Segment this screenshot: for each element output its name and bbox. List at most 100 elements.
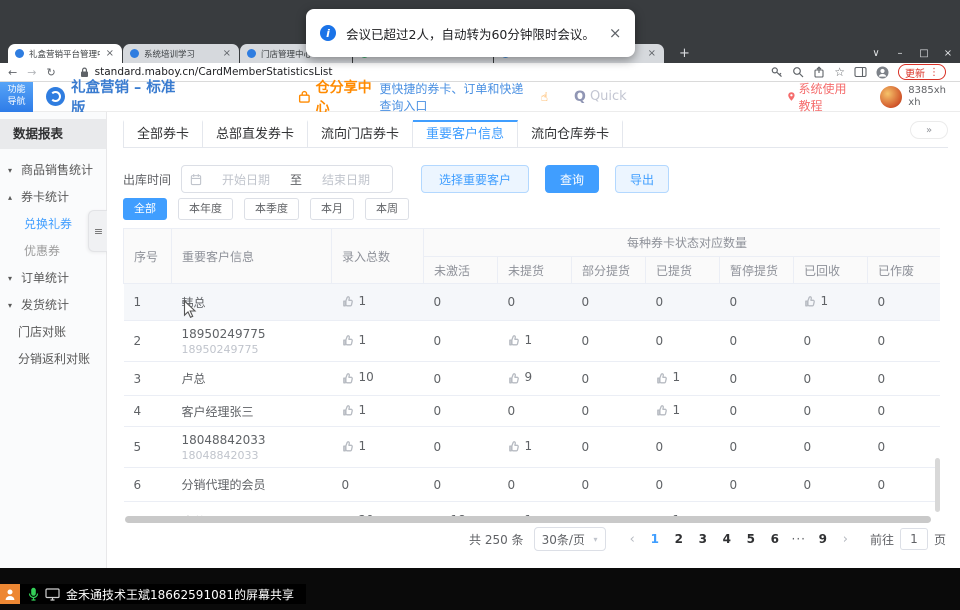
side-panel-icon[interactable]	[854, 66, 867, 78]
page-2[interactable]: 2	[667, 532, 691, 546]
page-ellipsis[interactable]: ···	[787, 532, 811, 546]
page-6[interactable]: 6	[763, 532, 787, 546]
count-link[interactable]: 1	[342, 439, 367, 453]
sidebar-collapse-handle[interactable]: ≡	[88, 210, 108, 252]
count-value: 1	[525, 333, 533, 347]
quick-search-icon[interactable]: Q	[574, 89, 586, 105]
count-value: 0	[656, 334, 664, 348]
window-close-icon[interactable]: ×	[936, 44, 960, 63]
prev-page-icon[interactable]: ‹	[622, 532, 643, 547]
count-cell: 0	[720, 321, 794, 362]
count-link[interactable]: 9	[508, 370, 533, 384]
page-9[interactable]: 9	[811, 532, 835, 546]
more-menu-icon[interactable]: ⋮	[929, 67, 939, 78]
sidebar-item-label: 兑换礼券	[24, 211, 72, 238]
page-size-select[interactable]: 30条/页 ▾	[534, 527, 606, 551]
reload-icon[interactable]: ↻	[46, 66, 55, 79]
sidebar-item-5[interactable]: ▾发货统计	[0, 292, 106, 319]
count-link[interactable]: 1	[342, 403, 367, 417]
sidebar-item-1[interactable]: ▴券卡统计	[0, 184, 106, 211]
count-cell: 0	[646, 427, 720, 468]
count-link[interactable]: 1	[508, 333, 533, 347]
count-cell: 0	[868, 427, 941, 468]
window-controls: ∨ – □ ×	[864, 44, 960, 63]
toast-message: 会议已超过2人，自动转为60分钟限时会议。	[346, 24, 595, 43]
start-date-placeholder: 开始日期	[208, 171, 284, 188]
quick-filter-2[interactable]: 本季度	[244, 198, 299, 220]
sidebar-item-7[interactable]: 分销返利对账	[0, 346, 106, 373]
customer-name: 客户经理张三	[182, 403, 332, 420]
back-icon[interactable]: ←	[8, 66, 17, 79]
count-link[interactable]: 1	[508, 439, 533, 453]
count-value: 0	[878, 478, 886, 492]
browser-tab-0[interactable]: 礼盒营销平台管理中心×	[8, 44, 122, 63]
quick-filter-4[interactable]: 本周	[365, 198, 409, 220]
quick-filter-1[interactable]: 本年度	[178, 198, 233, 220]
count-link[interactable]: 1	[804, 294, 829, 308]
sidebar-item-6[interactable]: 门店对账	[0, 319, 106, 346]
quick-filter-0[interactable]: 全部	[123, 198, 167, 220]
count-value: 1	[359, 439, 367, 453]
window-minimize-icon[interactable]: –	[888, 44, 912, 63]
bookmark-star-icon[interactable]: ☆	[834, 65, 845, 79]
page-3[interactable]: 3	[691, 532, 715, 546]
page-4[interactable]: 4	[715, 532, 739, 546]
share-center-link[interactable]: 仓分享中心	[298, 77, 380, 117]
report-tab-4[interactable]: 流向仓库券卡	[518, 120, 623, 147]
table-row-0: 1韩总10000010	[124, 284, 941, 321]
report-tab-0[interactable]: 全部券卡	[123, 120, 203, 147]
tab-favicon	[15, 49, 24, 58]
count-link[interactable]: 1	[656, 370, 681, 384]
window-maximize-icon[interactable]: □	[912, 44, 936, 63]
browser-update-button[interactable]: 更新 ⋮	[898, 64, 946, 80]
toast-close-icon[interactable]: ×	[609, 24, 622, 42]
count-cell: 0	[572, 284, 646, 321]
click-hand-icon	[342, 371, 354, 384]
collapse-panel-button[interactable]: »	[910, 121, 948, 139]
report-tab-3[interactable]: 重要客户信息	[413, 120, 518, 147]
next-page-icon[interactable]: ›	[835, 532, 856, 547]
count-link[interactable]: 1	[342, 294, 367, 308]
quick-filter-3[interactable]: 本月	[310, 198, 354, 220]
count-link[interactable]: 10	[342, 370, 374, 384]
report-tab-1[interactable]: 总部直发券卡	[203, 120, 308, 147]
page-5[interactable]: 5	[739, 532, 763, 546]
url-field[interactable]: standard.maboy.cn/CardMemberStatisticsLi…	[80, 66, 772, 78]
page-1[interactable]: 1	[643, 532, 667, 546]
share-icon[interactable]	[813, 66, 825, 78]
key-icon[interactable]	[771, 66, 783, 78]
date-range-input[interactable]: 开始日期 至 结束日期	[181, 165, 393, 193]
select-customer-button[interactable]: 选择重要客户	[421, 165, 529, 193]
browser-tab-1[interactable]: 系统培训学习×	[123, 44, 239, 63]
quick-entry-link[interactable]: 更快捷的券卡、订单和快递查询入口	[379, 80, 534, 114]
count-cell: 1	[332, 396, 424, 427]
tab-close-icon[interactable]: ×	[222, 48, 232, 59]
tab-close-icon[interactable]: ×	[105, 48, 115, 59]
zoom-icon[interactable]	[792, 66, 804, 78]
location-pin-icon	[787, 90, 796, 103]
tutorial-link[interactable]: 系统使用教程	[787, 80, 857, 114]
goto-page-input[interactable]	[900, 528, 928, 550]
profile-avatar-icon[interactable]	[876, 66, 889, 79]
screen-share-bar: 金禾通技术王斌18662591081的屏幕共享	[0, 584, 306, 604]
quick-search-label[interactable]: Quick	[590, 89, 627, 104]
search-button[interactable]: 查询	[545, 165, 599, 193]
new-tab-button[interactable]: +	[675, 46, 694, 61]
report-tab-2[interactable]: 流向门店券卡	[308, 120, 413, 147]
user-account[interactable]: 8385xh xh	[880, 85, 946, 109]
sidebar-item-4[interactable]: ▾订单统计	[0, 265, 106, 292]
count-value: 0	[434, 372, 442, 386]
count-value: 0	[582, 478, 590, 492]
window-menu-icon[interactable]: ∨	[864, 44, 888, 63]
count-link[interactable]: 1	[342, 333, 367, 347]
count-value: 0	[656, 440, 664, 454]
sidebar-item-0[interactable]: ▾商品销售统计	[0, 157, 106, 184]
forward-icon[interactable]: →	[27, 66, 36, 79]
function-nav-toggle[interactable]: 功能导航	[0, 82, 33, 112]
horizontal-scrollbar[interactable]	[125, 516, 931, 523]
tab-close-icon[interactable]: ×	[647, 48, 657, 59]
count-link[interactable]: 1	[656, 403, 681, 417]
vertical-scrollbar[interactable]	[935, 458, 940, 512]
table-row-1: 2189502497751895024977510100000	[124, 321, 941, 362]
export-button[interactable]: 导出	[615, 165, 669, 193]
